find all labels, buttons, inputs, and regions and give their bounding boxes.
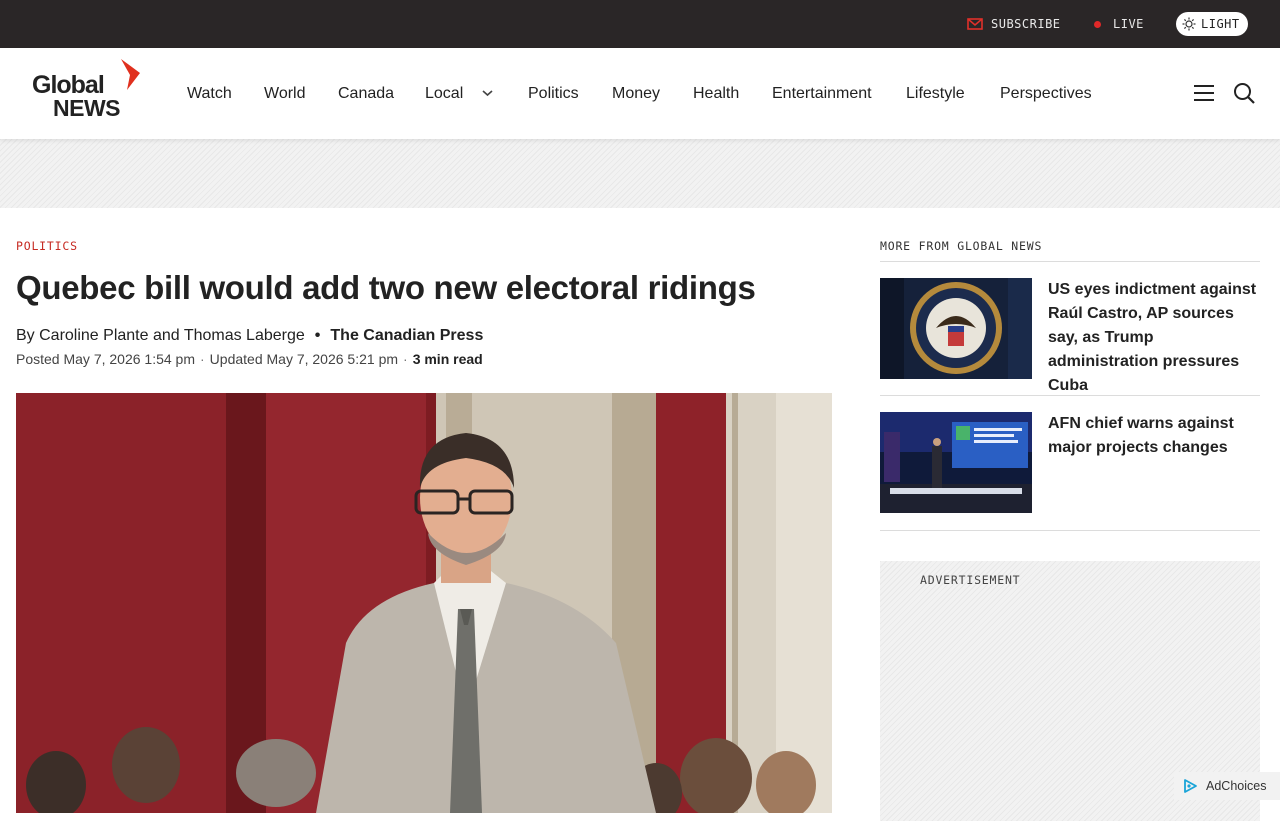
date-separator: ·: [403, 351, 408, 367]
category-link[interactable]: POLITICS: [16, 239, 78, 253]
nav-item-local[interactable]: Local: [425, 48, 463, 139]
divider: [880, 395, 1260, 396]
sidebar-story[interactable]: AFN chief warns against major projects c…: [880, 412, 1260, 513]
divider: [880, 530, 1260, 531]
date-separator: ·: [200, 351, 205, 367]
logo-wordmark-bottom: NEWS: [53, 95, 121, 121]
live-dot-icon: [1094, 20, 1101, 28]
theme-toggle[interactable]: LIGHT: [1176, 12, 1248, 36]
mail-icon: [967, 18, 983, 30]
theme-label: LIGHT: [1201, 17, 1240, 31]
top-ad-strip: [0, 139, 1280, 208]
headline: Quebec bill would add two new electoral …: [16, 269, 756, 306]
nav-item-money[interactable]: Money: [612, 48, 660, 139]
advertisement-label: ADVERTISEMENT: [920, 573, 1021, 587]
story-title[interactable]: US eyes indictment against Raúl Castro, …: [1048, 278, 1260, 398]
sidebar-story[interactable]: US eyes indictment against Raúl Castro, …: [880, 278, 1260, 394]
live-label: LIVE: [1113, 17, 1144, 31]
divider: [880, 261, 1260, 262]
sun-icon: [1182, 17, 1196, 31]
hero-image[interactable]: [16, 393, 832, 813]
chevron-down-icon[interactable]: [481, 88, 494, 98]
nav-item-perspectives[interactable]: Perspectives: [1000, 48, 1092, 139]
nav-item-health[interactable]: Health: [693, 48, 739, 139]
story-title[interactable]: AFN chief warns against major projects c…: [1048, 412, 1260, 460]
adchoices-icon: [1184, 779, 1197, 793]
nav-item-lifestyle[interactable]: Lifestyle: [906, 48, 965, 139]
nav-item-world[interactable]: World: [264, 48, 306, 139]
utility-bar: SUBSCRIBE LIVE LIGHT: [0, 0, 1280, 48]
nav-item-watch[interactable]: Watch: [187, 48, 232, 139]
nav-item-canada[interactable]: Canada: [338, 48, 394, 139]
conference-stage-thumbnail-illustration: [880, 412, 1032, 513]
posted-date: Posted May 7, 2026 1:54 pm: [16, 351, 195, 367]
search-icon[interactable]: [1233, 82, 1255, 104]
sidebar-heading: MORE FROM GLOBAL NEWS: [880, 239, 1043, 253]
story-thumbnail[interactable]: [880, 412, 1032, 513]
logo-arrow-icon: [121, 59, 140, 90]
read-time: 3 min read: [412, 351, 483, 367]
authors[interactable]: By Caroline Plante and Thomas Laberge: [16, 327, 305, 345]
byline-separator: •: [314, 327, 321, 344]
doj-seal-thumbnail-illustration: [880, 278, 1032, 379]
subscribe-link[interactable]: SUBSCRIBE: [967, 0, 1061, 48]
adchoices-link[interactable]: AdChoices: [1174, 772, 1280, 800]
hero-photo-illustration: [16, 393, 832, 813]
hamburger-icon[interactable]: [1193, 82, 1215, 104]
nav-item-entertainment[interactable]: Entertainment: [772, 48, 872, 139]
story-thumbnail[interactable]: [880, 278, 1032, 379]
live-link[interactable]: LIVE: [1094, 0, 1144, 48]
subscribe-label: SUBSCRIBE: [991, 17, 1061, 31]
byline: By Caroline Plante and Thomas Laberge • …: [16, 327, 483, 345]
updated-date: Updated May 7, 2026 5:21 pm: [209, 351, 399, 367]
nav-item-politics[interactable]: Politics: [528, 48, 579, 139]
main-header: Global NEWS Watch World Canada Local Pol…: [0, 48, 1280, 139]
adchoices-label: AdChoices: [1206, 779, 1267, 793]
article-dates: Posted May 7, 2026 1:54 pm · Updated May…: [16, 351, 483, 367]
global-news-logo[interactable]: Global NEWS: [32, 59, 144, 123]
source-name: The Canadian Press: [330, 327, 484, 344]
